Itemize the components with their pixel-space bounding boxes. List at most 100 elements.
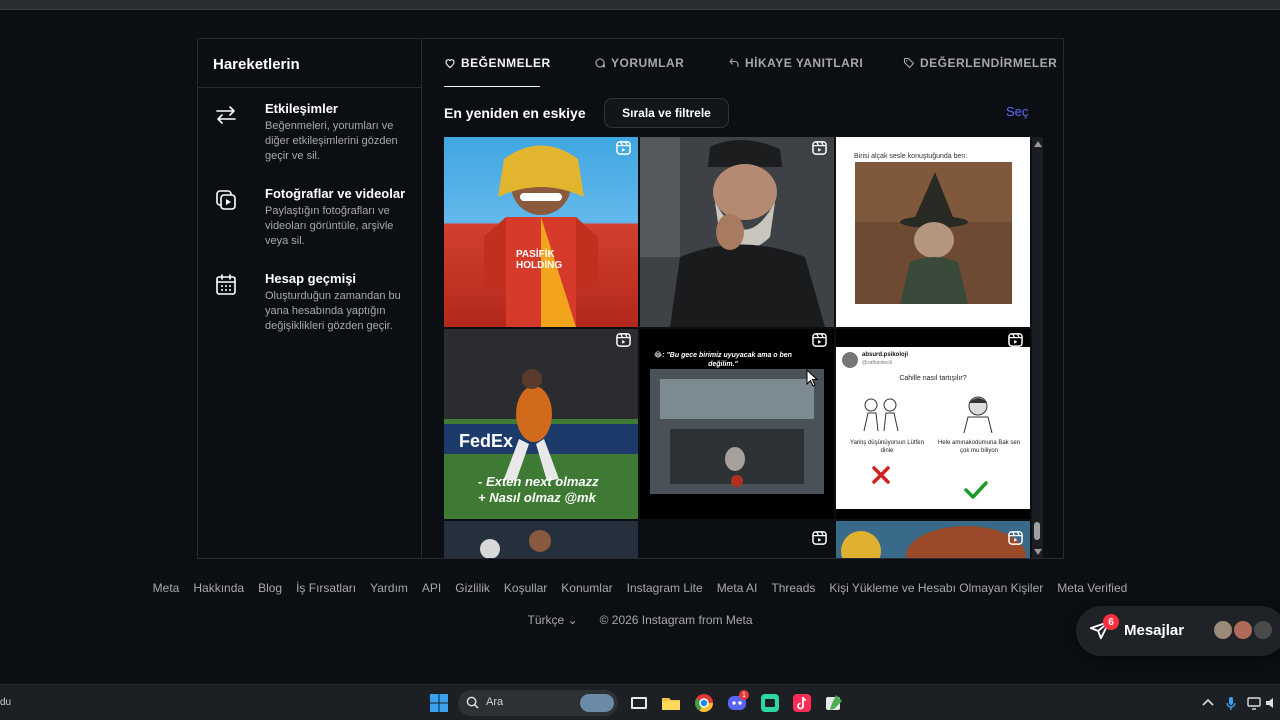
sidebar-item-photos-videos[interactable]: Fotoğraflar ve videolar Paylaştığın foto… — [198, 186, 421, 266]
grid-tile[interactable]: absurd.psikoloji @zaftumlecili Cahille n… — [836, 329, 1030, 519]
tweet-question: Cahille nasıl tartışılır? — [899, 375, 967, 382]
microphone-icon[interactable] — [1223, 695, 1239, 711]
avatar — [842, 352, 858, 368]
grid-tile[interactable]: 😂: "Bu gece birimiz uyuyacak ama o ben d… — [640, 329, 834, 519]
footer-link[interactable]: API — [422, 581, 441, 595]
grid-tile[interactable] — [640, 521, 834, 558]
reel-icon — [616, 141, 631, 155]
footer-link[interactable]: Hakkında — [193, 581, 244, 595]
tile-thumbnail — [640, 137, 834, 327]
grid-tile[interactable] — [444, 521, 638, 558]
file-explorer-icon[interactable] — [661, 693, 681, 713]
tile-caption: Birisi alçak sesle konuştuğunda ben: — [854, 153, 968, 160]
tab-reviews[interactable]: DEĞERLENDİRMELER — [903, 56, 1057, 70]
tweet-subhandle: @zaftumlecili — [862, 360, 892, 366]
messages-button[interactable]: 6 Mesajlar — [1076, 606, 1280, 656]
grid-tile[interactable]: Birisi alçak sesle konuştuğunda ben: — [836, 137, 1030, 327]
tile-caption: 😂: "Bu gece birimiz uyuyacak ama o ben d… — [654, 352, 792, 368]
footer-link[interactable]: Koşullar — [504, 581, 547, 595]
select-link[interactable]: Seç — [1006, 104, 1028, 119]
volume-icon[interactable] — [1264, 695, 1280, 711]
copyright: © 2026 Instagram from Meta — [599, 613, 753, 627]
browser-top-strip — [0, 0, 1280, 10]
footer-link[interactable]: Yardım — [370, 581, 408, 595]
sketch-figure-right — [963, 396, 993, 433]
photos-videos-icon — [216, 190, 236, 210]
scroll-thumb[interactable] — [1034, 522, 1040, 540]
grid-tile[interactable]: PASİFİK HOLDİNG — [444, 137, 638, 327]
reel-icon — [812, 141, 827, 155]
footer-link[interactable]: İş Fırsatları — [296, 581, 356, 595]
messages-badge: 6 — [1103, 614, 1119, 630]
footer-link[interactable]: Blog — [258, 581, 282, 595]
tab-label: HİKAYE YANITLARI — [745, 56, 864, 70]
reply-icon — [729, 58, 739, 68]
footer-links: Meta Hakkında Blog İş Fırsatları Yardım … — [0, 581, 1280, 595]
chevron-up-icon[interactable] — [1200, 695, 1216, 711]
app-icon[interactable] — [760, 693, 780, 713]
notes-app-icon[interactable] — [824, 693, 844, 713]
tile-thumbnail — [444, 521, 638, 558]
tile-thumbnail — [855, 162, 1012, 304]
search-highlight-image — [580, 694, 614, 712]
chrome-icon[interactable] — [694, 693, 714, 713]
reel-icon — [616, 333, 631, 347]
sort-filter-button[interactable]: Sırala ve filtrele — [604, 98, 729, 128]
tab-label: DEĞERLENDİRMELER — [920, 56, 1058, 70]
tile-thumbnail — [484, 145, 598, 327]
windows-start-icon[interactable] — [429, 693, 449, 713]
footer-link[interactable]: Kişi Yükleme ve Hesabı Olmayan Kişiler — [829, 581, 1043, 595]
language-label: Türkçe — [527, 613, 565, 627]
display-icon[interactable] — [1246, 695, 1262, 711]
tab-likes[interactable]: BEĞENMELER — [444, 56, 551, 70]
scroll-up-arrow[interactable] — [1034, 141, 1042, 147]
sidebar-title: Hareketlerin — [213, 56, 300, 73]
activity-panel: Hareketlerin Etkileşimler Beğenmeleri, y… — [197, 38, 1064, 559]
sidebar-item-desc: Oluşturduğun zamandan bu yana hesabında … — [265, 290, 401, 332]
arrows-swap-icon — [216, 106, 236, 124]
green-check-icon — [964, 481, 988, 499]
sidebar-item-account-history[interactable]: Hesap geçmişi Oluşturduğun zamandan bu y… — [198, 271, 421, 351]
reel-icon — [812, 333, 827, 347]
footer-link[interactable]: Instagram Lite — [627, 581, 703, 595]
taskbar-left-text: du — [0, 697, 12, 708]
activity-tabs: BEĞENMELER YORUMLAR HİKAYE YANITLARI DEĞ… — [422, 39, 1063, 89]
tile-caption-line: + Nasıl olmaz @mk — [478, 490, 596, 505]
sidebar-item-label: Hesap geçmişi — [265, 271, 357, 286]
footer-link[interactable]: Meta — [153, 581, 180, 595]
tab-comments[interactable]: YORUMLAR — [594, 56, 684, 70]
sort-label: En yeniden en eskiye — [444, 105, 586, 121]
avatar — [1252, 619, 1274, 641]
reel-icon — [812, 531, 827, 545]
language-selector[interactable]: Türkçe ⌄ — [528, 613, 578, 627]
tweet-left-caption: Yanlış düşünüyorsun Lütfen dinle — [850, 440, 924, 454]
footer-link[interactable]: Gizlilik — [455, 581, 490, 595]
scroll-down-arrow[interactable] — [1034, 549, 1042, 555]
footer-link[interactable]: Meta Verified — [1057, 581, 1127, 595]
reel-icon — [1008, 531, 1023, 545]
tweet-card: absurd.psikoloji @zaftumlecili Cahille n… — [836, 347, 1030, 509]
sidebar-item-interactions[interactable]: Etkileşimler Beğenmeleri, yorumları ve d… — [198, 101, 421, 181]
tab-story-replies[interactable]: HİKAYE YANITLARI — [728, 56, 863, 70]
comment-icon — [595, 58, 606, 68]
footer-link[interactable]: Meta AI — [717, 581, 758, 595]
tweet-handle: absurd.psikoloji — [862, 352, 909, 358]
grid-tile[interactable] — [836, 521, 1030, 558]
footer-link[interactable]: Konumlar — [561, 581, 612, 595]
sidebar-item-label: Fotoğraflar ve videolar — [265, 186, 406, 201]
liked-posts-grid: PASİFİK HOLDİNG Birisi alçak sesle konuş… — [444, 137, 1031, 558]
taskbar-search[interactable]: Ara — [458, 690, 618, 716]
discord-badge: 1 — [739, 690, 749, 700]
active-tab-indicator — [444, 86, 540, 87]
activity-sidebar: Hareketlerin Etkileşimler Beğenmeleri, y… — [198, 39, 422, 558]
messages-label: Mesajlar — [1124, 622, 1185, 639]
tile-thumbnail — [650, 369, 824, 494]
sidebar-divider — [198, 87, 422, 88]
grid-tile[interactable] — [640, 137, 834, 327]
footer-link[interactable]: Threads — [771, 581, 815, 595]
grid-tile[interactable]: FedEx - Exten next olmazz + Nasıl olmaz … — [444, 329, 638, 519]
sidebar-item-desc: Beğenmeleri, yorumları ve diğer etkileşi… — [265, 120, 398, 162]
grid-scrollbar[interactable] — [1032, 137, 1043, 558]
task-view-icon[interactable] — [629, 693, 649, 713]
tiktok-icon[interactable] — [792, 693, 812, 713]
